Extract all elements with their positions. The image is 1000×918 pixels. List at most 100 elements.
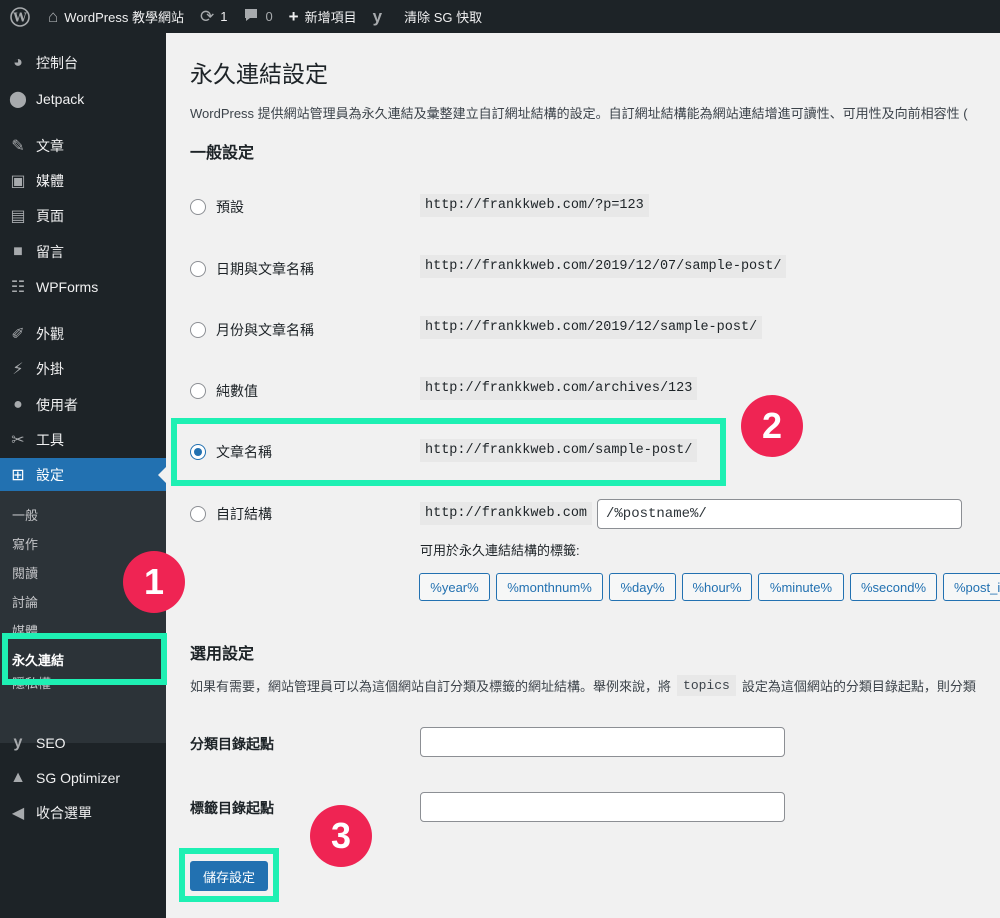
site-name-link[interactable]: ⌂ WordPress 教學網站 <box>40 0 192 33</box>
tag-button[interactable]: %post_i <box>943 573 1000 601</box>
svg-text:W: W <box>12 10 27 24</box>
updates-link[interactable]: ⟳ 1 <box>192 0 235 33</box>
custom-structure-input[interactable]: /%postname%/ <box>597 499 962 529</box>
option-day-name[interactable]: 日期與文章名稱 <box>190 259 314 279</box>
radio-button[interactable] <box>190 322 206 338</box>
settings-icon: ⊞ <box>11 467 25 484</box>
tag-button[interactable]: %minute% <box>758 573 844 601</box>
menu-label: SG Optimizer <box>36 770 121 786</box>
pin-icon: ✎ <box>11 138 25 155</box>
purge-cache-label: 清除 SG 快取 <box>404 10 483 25</box>
option-post-name[interactable]: 文章名稱 <box>190 442 272 462</box>
menu-label: 外掛 <box>36 361 64 377</box>
comments-link[interactable]: 0 <box>235 0 280 33</box>
available-tags-label: 可用於永久連結結構的標籤: <box>420 543 580 558</box>
menu-label: 收合選單 <box>36 805 92 821</box>
menu-posts[interactable]: ✎ 文章 <box>0 129 166 163</box>
submenu-discussion[interactable]: 討論 <box>12 592 38 614</box>
settings-submenu: 一般 寫作 閱讀 討論 媒體 永久連結 隱私權 <box>0 491 166 743</box>
save-settings-button[interactable]: 儲存設定 <box>190 861 269 891</box>
admin-sidebar: ◕ 控制台 ⬤ Jetpack ✎ 文章 ▣ 媒體 ▤ 頁面 ■ 留言 ☷ WP… <box>0 33 166 918</box>
submenu-general[interactable]: 一般 <box>12 505 38 527</box>
submenu-writing[interactable]: 寫作 <box>12 534 38 556</box>
page-icon: ▤ <box>10 208 26 225</box>
yoast-link[interactable]: y <box>365 0 396 33</box>
menu-tools[interactable]: ✂ 工具 <box>0 423 166 457</box>
plugin-icon: ⚡ <box>12 361 24 378</box>
menu-comments[interactable]: ■ 留言 <box>0 235 166 269</box>
menu-sg-optimizer[interactable]: ▲ SG Optimizer <box>0 761 166 795</box>
option-numeric[interactable]: 純數值 <box>190 381 258 401</box>
menu-wpforms[interactable]: ☷ WPForms <box>0 270 166 304</box>
menu-plugins[interactable]: ⚡ 外掛 <box>0 352 166 386</box>
radio-button[interactable] <box>190 199 206 215</box>
plus-icon: + <box>288 7 299 26</box>
menu-media[interactable]: ▣ 媒體 <box>0 164 166 198</box>
step-marker-1: 1 <box>123 551 185 613</box>
option-custom-structure[interactable]: 自訂結構 <box>190 504 272 524</box>
category-base-input[interactable] <box>420 727 785 757</box>
wrench-icon: ✂ <box>11 432 25 449</box>
menu-users[interactable]: ● 使用者 <box>0 388 166 422</box>
menu-collapse[interactable]: ◀ 收合選單 <box>0 796 166 830</box>
url-example: http://frankkweb.com/2019/12/sample-post… <box>420 316 763 339</box>
menu-label: 頁面 <box>36 208 64 224</box>
media-icon: ▣ <box>10 173 26 190</box>
radio-button[interactable] <box>190 506 206 522</box>
menu-settings[interactable]: ⊞ 設定 <box>0 458 166 492</box>
submenu-media[interactable]: 媒體 <box>12 621 38 643</box>
tag-button[interactable]: %monthnum% <box>496 573 603 601</box>
optional-heading: 選用設定 <box>190 646 255 663</box>
tag-button[interactable]: %second% <box>850 573 937 601</box>
jetpack-icon: ⬤ <box>9 91 27 108</box>
yoast-icon: y <box>372 7 383 26</box>
main-content: 永久連結設定 WordPress 提供網站管理員為永久連結及彙整建立自訂網址結構… <box>166 33 1000 918</box>
menu-pages[interactable]: ▤ 頁面 <box>0 199 166 233</box>
option-plain[interactable]: 預設 <box>190 197 244 217</box>
tag-button[interactable]: %day% <box>609 573 676 601</box>
dashboard-icon: ◕ <box>13 54 23 71</box>
comment-icon: ■ <box>13 243 23 260</box>
intro-text: WordPress 提供網站管理員為永久連結及彙整建立自訂網址結構的設定。自訂網… <box>190 106 968 121</box>
menu-label: 外觀 <box>36 326 64 342</box>
radio-button[interactable] <box>190 261 206 277</box>
menu-jetpack[interactable]: ⬤ Jetpack <box>0 82 166 116</box>
user-icon: ● <box>13 396 23 413</box>
new-content-link[interactable]: + 新增項目 <box>281 0 365 33</box>
submenu-reading[interactable]: 閱讀 <box>12 563 38 585</box>
new-content-label: 新增項目 <box>304 10 357 25</box>
updates-count: 1 <box>220 9 228 24</box>
tag-button[interactable]: %hour% <box>682 573 752 601</box>
option-label: 預設 <box>216 199 244 215</box>
url-example: http://frankkweb.com/sample-post/ <box>420 439 698 462</box>
tag-base-input[interactable] <box>420 792 785 822</box>
radio-button-checked[interactable] <box>190 444 206 460</box>
radio-button[interactable] <box>190 383 206 399</box>
url-prefix: http://frankkweb.com <box>420 502 593 525</box>
site-name: WordPress 教學網站 <box>64 10 184 25</box>
comment-bubble-icon <box>243 7 259 26</box>
example-code: topics <box>677 675 736 696</box>
option-month-name[interactable]: 月份與文章名稱 <box>190 320 314 340</box>
submenu-permalinks[interactable]: 永久連結 <box>12 650 64 672</box>
submenu-privacy[interactable]: 隱私權 <box>12 673 51 695</box>
option-label: 文章名稱 <box>216 444 272 460</box>
page-title: 永久連結設定 <box>190 61 328 87</box>
wordpress-logo-icon[interactable]: W <box>0 0 40 33</box>
brush-icon: ✐ <box>11 326 25 343</box>
tag-button[interactable]: %year% <box>419 573 490 601</box>
comments-count: 0 <box>265 9 273 24</box>
collapse-icon: ◀ <box>11 805 25 822</box>
menu-appearance[interactable]: ✐ 外觀 <box>0 317 166 351</box>
url-example: http://frankkweb.com/2019/12/07/sample-p… <box>420 255 787 278</box>
optional-description: 如果有需要，網站管理員可以為這個網站自訂分類及標籤的網址結構。舉例來說，將 to… <box>190 675 976 696</box>
menu-label: 工具 <box>36 432 64 448</box>
menu-seo[interactable]: y SEO <box>0 726 166 760</box>
option-label: 日期與文章名稱 <box>216 261 314 277</box>
refresh-icon: ⟳ <box>199 7 215 26</box>
menu-label: WPForms <box>36 279 99 295</box>
option-label: 自訂結構 <box>216 506 272 522</box>
purge-cache-link[interactable]: 清除 SG 快取 <box>396 0 490 33</box>
menu-dashboard[interactable]: ◕ 控制台 <box>0 46 166 80</box>
step-marker-2: 2 <box>741 395 803 457</box>
